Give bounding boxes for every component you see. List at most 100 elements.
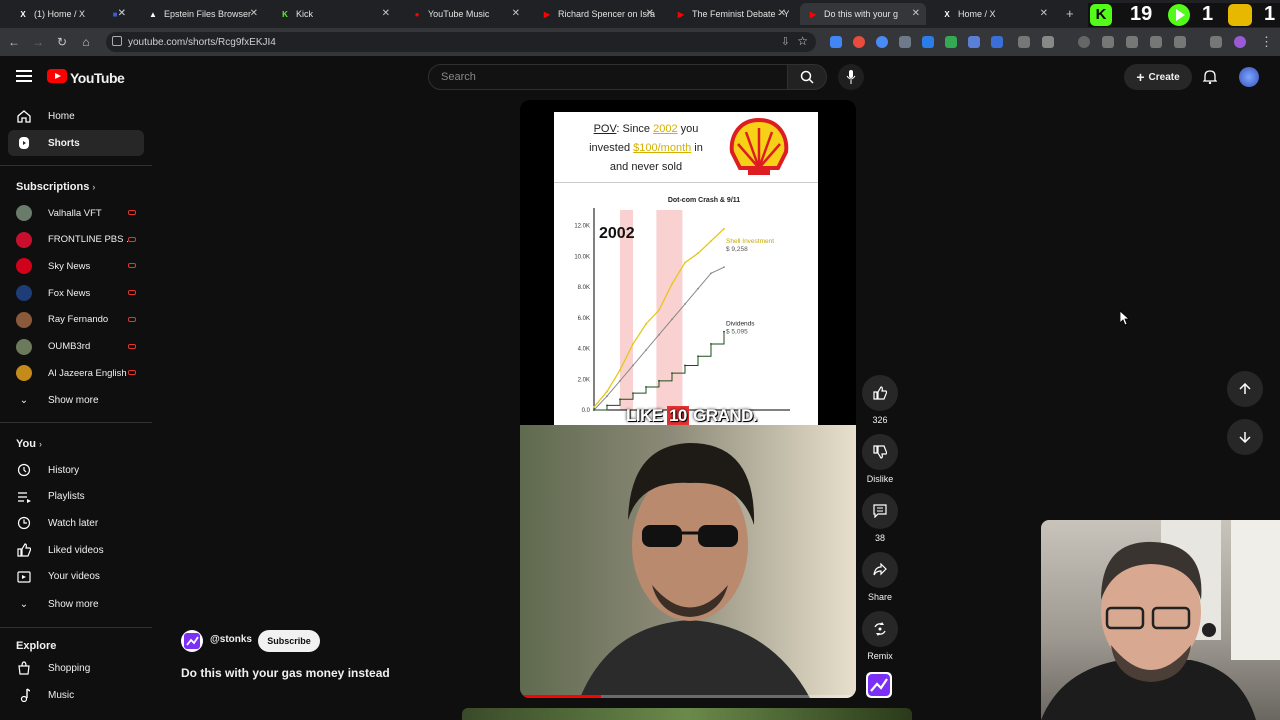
tab-close-icon[interactable]: ✕ — [250, 8, 258, 19]
short-title[interactable]: Do this with your gas money instead — [181, 666, 390, 680]
next-short-preview — [462, 708, 912, 720]
reader-icon[interactable] — [1150, 36, 1162, 48]
tab-close-icon[interactable]: ✕ — [118, 8, 126, 19]
create-button[interactable]: + Create — [1124, 64, 1192, 90]
sidebar-item-shopping[interactable]: Shopping — [8, 655, 144, 681]
browser-tab[interactable]: ▲ Epstein Files Browser ✕ — [140, 3, 264, 25]
sidebar-item-shorts[interactable]: Shorts — [8, 130, 144, 156]
chart-y-tick-label: 4.0K — [578, 347, 590, 353]
you-heading[interactable]: You › — [16, 438, 42, 450]
sound-thumbnail[interactable] — [866, 672, 892, 698]
profile-avatar-icon[interactable] — [1234, 36, 1246, 48]
browser-tab[interactable]: K Kick ✕ — [272, 3, 396, 25]
sidebar-item-music[interactable]: Music — [8, 682, 144, 708]
sidebar-item-liked-videos[interactable]: Liked videos — [8, 537, 144, 563]
previous-short-button[interactable] — [1227, 371, 1263, 407]
shopping-icon — [16, 661, 32, 675]
tab-close-icon[interactable]: ✕ — [1040, 8, 1048, 19]
extension-icon[interactable] — [922, 36, 934, 48]
subscriptions-show-more[interactable]: ⌄ Show more — [8, 387, 144, 413]
subscription-item[interactable]: OUMB3rd — [8, 334, 144, 360]
subscription-item[interactable]: FRONTLINE PBS ... — [8, 227, 144, 253]
subscription-item[interactable]: Ray Fernando — [8, 307, 144, 333]
tab-favicon-icon: ● — [414, 9, 420, 19]
live-indicator-icon — [128, 290, 136, 296]
downloads-icon[interactable] — [1210, 36, 1222, 48]
comments-button[interactable]: 38 — [862, 493, 898, 543]
chevron-right-icon: › — [92, 182, 96, 192]
back-icon[interactable]: ← — [6, 34, 22, 50]
sidebar-item-home[interactable]: Home — [8, 103, 144, 129]
tab-close-icon[interactable]: ✕ — [912, 8, 920, 19]
tab-close-icon[interactable]: ✕ — [646, 8, 654, 19]
history-browser-icon[interactable] — [1078, 36, 1090, 48]
browser-tab[interactable]: ● YouTube Music ✕ — [404, 3, 526, 25]
sidebar-item-watch-later[interactable]: Watch later — [8, 510, 144, 536]
channel-avatar — [16, 338, 32, 355]
video-progress-fill — [520, 695, 601, 698]
dislike-button[interactable]: Dislike — [862, 434, 898, 484]
subscribe-button[interactable]: Subscribe — [258, 630, 320, 652]
browser-menu-icon[interactable]: ⋮ — [1260, 34, 1273, 50]
browser-tab[interactable]: ■ ✕ — [102, 3, 132, 25]
browser-tab[interactable]: ▶ Do this with your g ✕ — [800, 3, 926, 25]
tab-close-icon[interactable]: ✕ — [382, 8, 390, 19]
extension-icon[interactable] — [1018, 36, 1030, 48]
search-button[interactable] — [787, 64, 827, 90]
plus-icon: + — [1136, 69, 1145, 85]
short-video-player[interactable]: POV: Since 2002 you invested $100/month … — [520, 100, 856, 698]
sidebar-item-your-videos[interactable]: Your videos — [8, 564, 144, 590]
channel-avatar[interactable] — [181, 630, 203, 652]
browser-tab[interactable]: ▶ The Feminist Debate - Y ✕ — [668, 3, 792, 25]
bookmark-star-icon[interactable]: ☆ — [797, 34, 808, 48]
subscription-item[interactable]: Fox News — [8, 280, 144, 306]
tab-close-icon[interactable]: ✕ — [778, 8, 786, 19]
extension-icon[interactable] — [876, 36, 888, 48]
code-icon[interactable] — [1126, 36, 1138, 48]
forward-icon[interactable]: → — [30, 34, 46, 50]
home-browser-icon[interactable]: ⌂ — [78, 34, 94, 50]
account-avatar[interactable] — [1239, 67, 1259, 87]
sidebar-item-playlists[interactable]: Playlists — [8, 484, 144, 510]
mascot-icon — [1228, 4, 1252, 26]
extension-icon[interactable] — [968, 36, 980, 48]
share-button[interactable]: Share — [862, 552, 898, 602]
browser-tab[interactable]: X Home / X ✕ — [934, 3, 1054, 25]
tab-close-icon[interactable]: ✕ — [512, 8, 520, 19]
sidebar-item-history[interactable]: History — [8, 457, 144, 483]
caption-highlight: 10 — [666, 406, 689, 425]
cast-icon[interactable] — [1174, 36, 1186, 48]
extensions-puzzle-icon[interactable] — [1042, 36, 1054, 48]
extension-icon[interactable] — [1102, 36, 1114, 48]
new-tab-icon[interactable]: + — [1066, 6, 1074, 21]
next-short-button[interactable] — [1227, 419, 1263, 455]
you-show-more[interactable]: ⌄ Show more — [8, 591, 144, 617]
extension-icon[interactable] — [991, 36, 1003, 48]
remix-button[interactable]: Remix — [862, 611, 898, 661]
subscriptions-heading[interactable]: Subscriptions › — [16, 181, 95, 193]
channel-handle[interactable]: @stonks — [210, 634, 252, 645]
hamburger-menu-icon[interactable] — [16, 69, 32, 83]
video-chart-panel: POV: Since 2002 you invested $100/month … — [554, 112, 818, 425]
browser-tab[interactable]: ▶ Richard Spencer on Isra ✕ — [534, 3, 660, 25]
site-info-icon[interactable] — [112, 36, 122, 46]
extension-icon[interactable] — [853, 36, 865, 48]
subscription-item[interactable]: Valhalla VFT — [8, 200, 144, 226]
youtube-logo-icon[interactable] — [47, 69, 67, 83]
address-bar[interactable]: youtube.com/shorts/Rcg9fxEKJI4 ⇩ ☆ — [106, 32, 816, 52]
youtube-logo-text[interactable]: YouTube — [70, 70, 125, 86]
search-input[interactable]: Search — [428, 64, 788, 90]
extension-icon[interactable] — [945, 36, 957, 48]
notifications-bell-icon[interactable] — [1203, 69, 1217, 84]
chart-data-point — [723, 330, 725, 333]
reload-icon[interactable]: ↻ — [54, 34, 70, 50]
install-icon[interactable]: ⇩ — [781, 35, 790, 48]
voice-search-button[interactable] — [838, 64, 864, 90]
chart-data-point — [658, 379, 660, 382]
video-progress-bar[interactable] — [520, 695, 856, 698]
subscription-item[interactable]: Sky News — [8, 253, 144, 279]
extension-icon[interactable] — [899, 36, 911, 48]
extension-icon[interactable] — [830, 36, 842, 48]
like-button[interactable]: 326 — [862, 375, 898, 425]
subscription-item[interactable]: Al Jazeera English — [8, 360, 144, 386]
